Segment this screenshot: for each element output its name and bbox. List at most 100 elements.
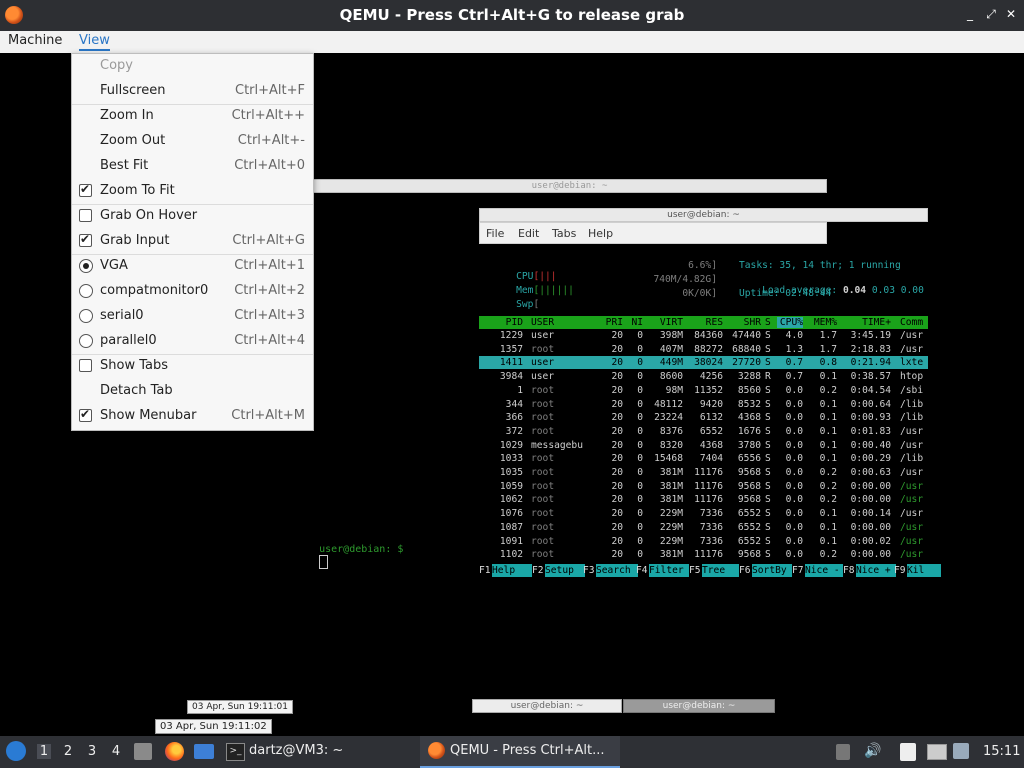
column-header-cpu[interactable]: CPU% bbox=[777, 317, 803, 328]
menu-item-best-fit[interactable]: Best Fit Ctrl+Alt+0 bbox=[72, 154, 313, 179]
table-cell: 0 bbox=[637, 549, 643, 561]
table-row[interactable]: 1029 messagebu 20 0 8320 4368 3780 S 0.0 0.1 0:00.… bbox=[479, 439, 928, 452]
column-header-mem[interactable]: MEM% bbox=[809, 317, 837, 328]
table-cell: 0.0 bbox=[785, 453, 803, 465]
menu-view[interactable]: View bbox=[79, 33, 110, 51]
network-icon[interactable] bbox=[953, 743, 969, 759]
table-cell: root bbox=[531, 508, 555, 520]
table-row[interactable]: 1059 root 20 0 381M 11176 9568 S 0.0 0.2 0:00.00/u… bbox=[479, 480, 928, 493]
column-header-comm[interactable]: Comm bbox=[900, 317, 930, 328]
table-row[interactable]: 1229 user 20 0 398M 84360 47440 S 4.0 1.7 3:45.19 /… bbox=[479, 329, 928, 342]
fkey-nice[interactable]: Nice - bbox=[805, 564, 843, 577]
table-row[interactable]: 1087 root 20 0 229M 7336 6552 S 0.0 0.1 0:00.00/us… bbox=[479, 521, 928, 534]
workspace-1[interactable]: 1 bbox=[37, 744, 51, 759]
fkey-setup[interactable]: Setup bbox=[545, 564, 585, 577]
menu-item-grab-input[interactable]: Grab Input Ctrl+Alt+G bbox=[72, 229, 313, 254]
column-header-pid[interactable]: PID bbox=[487, 317, 523, 328]
checkbox-checked[interactable] bbox=[79, 407, 92, 422]
table-row[interactable]: 1033 root 20 0 15468 7404 6556 S 0.0 0.1 0:00.29/l… bbox=[479, 452, 928, 465]
guest-task-terminal-1[interactable]: user@debian: ~ bbox=[472, 699, 622, 713]
fkey-tree[interactable]: Tree bbox=[702, 564, 739, 577]
fkey-filter[interactable]: Filter bbox=[649, 564, 689, 577]
tray-notes-icon[interactable] bbox=[836, 744, 850, 760]
column-header-pri[interactable]: PRI bbox=[601, 317, 623, 328]
terminal-menu-tabs[interactable]: Tabs bbox=[552, 227, 576, 240]
checkbox-unchecked[interactable] bbox=[79, 359, 92, 372]
column-header-s[interactable]: S bbox=[765, 317, 773, 328]
volume-icon[interactable]: 🔊 bbox=[864, 743, 882, 761]
workspace-3[interactable]: 3 bbox=[85, 744, 99, 759]
fkey-nice[interactable]: Nice + bbox=[856, 564, 896, 577]
taskbar-app-terminal[interactable]: dartz@VM3: ~ bbox=[249, 743, 343, 758]
menu-item-show-tabs[interactable]: Show Tabs bbox=[72, 354, 313, 379]
table-cell: 381M bbox=[659, 494, 683, 506]
menu-item-detach-tab[interactable]: Detach Tab bbox=[72, 379, 313, 404]
desktop-icon[interactable] bbox=[194, 744, 214, 759]
file-manager-icon[interactable] bbox=[134, 743, 152, 760]
workspace-4[interactable]: 4 bbox=[109, 744, 123, 759]
table-row[interactable]: 1076 root 20 0 229M 7336 6552 S 0.0 0.1 0:00.14/us… bbox=[479, 507, 928, 520]
table-cell: /usr bbox=[900, 467, 924, 478]
menu-item-fullscreen[interactable]: Fullscreen Ctrl+Alt+F bbox=[72, 79, 313, 104]
menu-item-show-menubar[interactable]: Show Menubar Ctrl+Alt+M bbox=[72, 404, 313, 429]
radio-unselected[interactable] bbox=[79, 284, 93, 298]
column-header-res[interactable]: RES bbox=[689, 317, 723, 328]
display-icon[interactable] bbox=[927, 744, 947, 760]
radio-unselected[interactable] bbox=[79, 309, 93, 323]
menu-item-zoom-to-fit[interactable]: Zoom To Fit bbox=[72, 179, 313, 204]
firefox-icon[interactable] bbox=[165, 742, 184, 761]
table-row[interactable]: 1091 root 20 0 229M 7336 6552 S 0.0 0.1 0:00.02/us… bbox=[479, 535, 928, 548]
start-menu-icon[interactable] bbox=[6, 741, 26, 761]
table-row[interactable]: 1 root 20 0 98M 11352 8560 S 0.0 0.2 0:04.54/sbi bbox=[479, 384, 928, 397]
table-row[interactable]: 372 root 20 0 8376 6552 1676 S 0.0 0.1 0:01.83/usr bbox=[479, 425, 928, 438]
radio-unselected[interactable] bbox=[79, 334, 93, 348]
table-row[interactable]: 366 root 20 0 23224 6132 4368 S 0.0 0.1 0:00.93/li… bbox=[479, 411, 928, 424]
checkbox-unchecked[interactable] bbox=[79, 209, 92, 222]
table-row[interactable]: 1035 root 20 0 381M 11176 9568 S 0.0 0.2 0:00.63/u… bbox=[479, 466, 928, 479]
fkey-sortby[interactable]: SortBy bbox=[752, 564, 792, 577]
taskbar-app-qemu-active[interactable]: QEMU - Press Ctrl+Alt... bbox=[420, 736, 620, 768]
guest-task-terminal-2[interactable]: user@debian: ~ bbox=[623, 699, 775, 713]
menu-item-serial0[interactable]: serial0 Ctrl+Alt+3 bbox=[72, 304, 313, 329]
menu-item-parallel0[interactable]: parallel0 Ctrl+Alt+4 bbox=[72, 329, 313, 354]
checkbox-checked[interactable] bbox=[79, 232, 92, 247]
clock[interactable]: 15:11 bbox=[983, 744, 1020, 759]
close-button[interactable]: ✕ bbox=[1004, 7, 1018, 21]
workspace-2[interactable]: 2 bbox=[61, 744, 75, 759]
column-header-ni[interactable]: NI bbox=[629, 317, 643, 328]
menu-item-zoom-in[interactable]: Zoom In Ctrl+Alt++ bbox=[72, 104, 313, 129]
clipboard-icon[interactable] bbox=[900, 743, 916, 761]
menu-item-compatmonitor0[interactable]: compatmonitor0 Ctrl+Alt+2 bbox=[72, 279, 313, 304]
htop-terminal-window[interactable]: user@debian: ~ File Edit Tabs Help CPU[|… bbox=[479, 208, 941, 578]
background-window-titlebar[interactable]: user@debian: ~ bbox=[312, 179, 827, 193]
terminal-titlebar[interactable]: user@debian: ~ bbox=[479, 208, 928, 222]
menu-item-zoom-out[interactable]: Zoom Out Ctrl+Alt+- bbox=[72, 129, 313, 154]
maximize-button[interactable]: ⤢ bbox=[984, 7, 998, 21]
terminal-menu-file[interactable]: File bbox=[486, 227, 504, 240]
checkbox-checked[interactable] bbox=[79, 182, 92, 197]
table-cell: 0:00.00 bbox=[850, 494, 891, 506]
table-row[interactable]: 1102 root 20 0 381M 11176 9568 S 0.0 0.2 0:00.00/u… bbox=[479, 548, 928, 561]
menu-item-vga[interactable]: VGA Ctrl+Alt+1 bbox=[72, 254, 313, 279]
column-header-shr[interactable]: SHR bbox=[727, 317, 761, 328]
minimize-button[interactable]: _ bbox=[963, 7, 977, 21]
table-cell: 0:38.57 bbox=[850, 371, 891, 383]
column-header-user[interactable]: USER bbox=[531, 317, 591, 328]
table-row[interactable]: 1357 root 20 0 407M 88272 68840 S 1.3 1.7 2:18.83 /… bbox=[479, 343, 928, 356]
table-cell: 0:00.14 bbox=[850, 508, 891, 520]
terminal-menu-edit[interactable]: Edit bbox=[518, 227, 539, 240]
menu-machine[interactable]: Machine bbox=[8, 33, 62, 49]
fkey-help[interactable]: Help bbox=[492, 564, 532, 577]
table-cell: user bbox=[531, 371, 555, 383]
fkey-kil[interactable]: Kil bbox=[907, 564, 941, 577]
table-row[interactable]: 344 root 20 0 48112 9420 8532 S 0.0 0.1 0:00.64/li… bbox=[479, 398, 928, 411]
table-row[interactable]: 1062 root 20 0 381M 11176 9568 S 0.0 0.2 0:00.00/u… bbox=[479, 493, 928, 506]
fkey-search[interactable]: Search bbox=[596, 564, 638, 577]
column-header-time[interactable]: TIME+ bbox=[849, 317, 891, 328]
column-header-virt[interactable]: VIRT bbox=[649, 317, 683, 328]
table-row[interactable]: 3984 user 20 0 8600 4256 3288 R 0.7 0.1 0:38.57 hto… bbox=[479, 370, 928, 383]
terminal-menu-help[interactable]: Help bbox=[588, 227, 613, 240]
radio-selected[interactable] bbox=[79, 259, 93, 273]
menu-item-grab-on-hover[interactable]: Grab On Hover bbox=[72, 204, 313, 229]
table-row-selected[interactable]: 1411 user 20 0 449M 38024 27720 S 0.7 0.8 0:21.94 l… bbox=[479, 356, 928, 370]
